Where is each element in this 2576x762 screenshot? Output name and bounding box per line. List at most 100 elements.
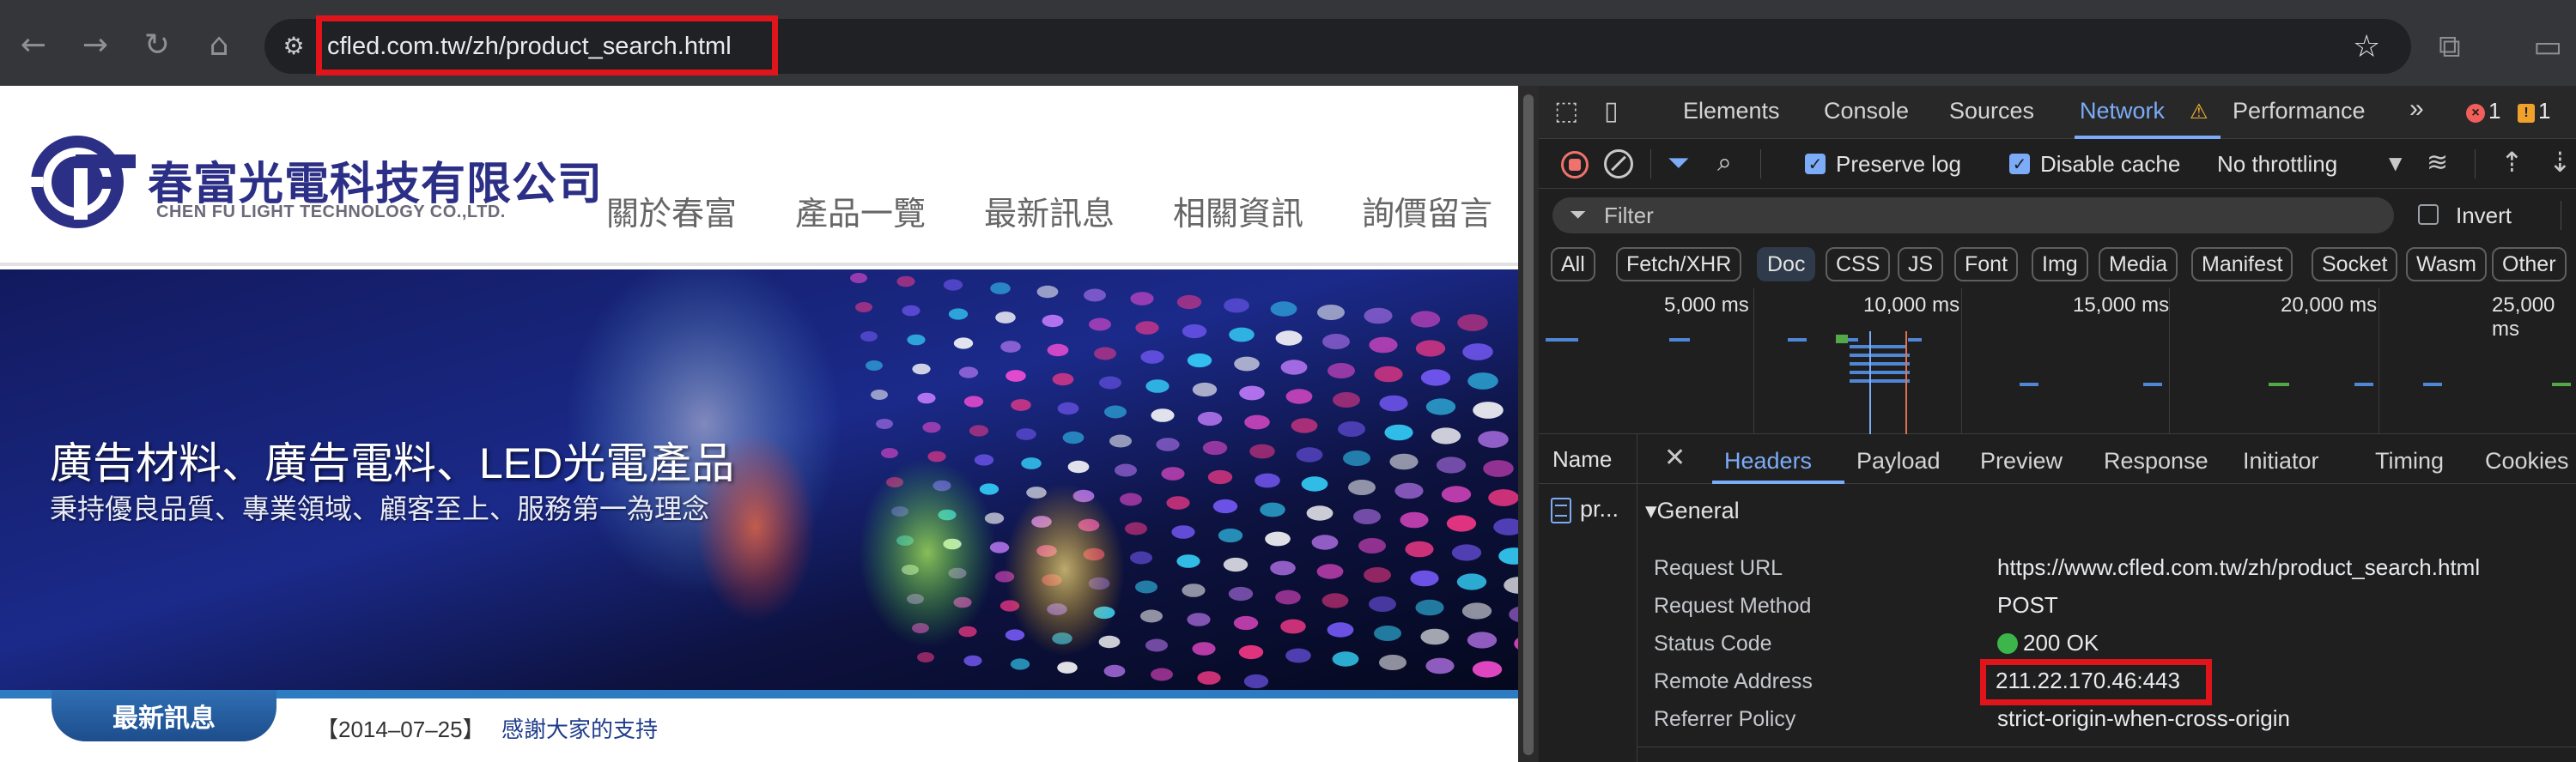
- nav-item-products[interactable]: 產品一覽: [795, 187, 926, 234]
- side-panel-icon[interactable]: ▭: [2533, 26, 2562, 69]
- led-dot: [1052, 372, 1074, 386]
- led-dot: [1130, 551, 1152, 565]
- nav-item-about[interactable]: 關於春富: [606, 187, 737, 234]
- detail-tab-cookies[interactable]: Cookies: [2485, 448, 2569, 475]
- led-dot: [1420, 628, 1449, 645]
- led-dot: [1333, 392, 1360, 408]
- search-icon[interactable]: ⌕: [1717, 148, 1732, 178]
- warning-count-badge[interactable]: ! 1: [2518, 98, 2550, 124]
- header-value-referrer-policy[interactable]: strict-origin-when-cross-origin: [1997, 705, 2290, 732]
- export-har-icon[interactable]: ⇣: [2549, 146, 2572, 178]
- led-dot: [1130, 292, 1154, 305]
- throttling-select[interactable]: No throttling: [2217, 151, 2337, 178]
- led-dot: [1115, 463, 1137, 477]
- detail-tab-headers[interactable]: Headers: [1724, 448, 1812, 475]
- disable-cache-label: Disable cache: [2040, 151, 2181, 177]
- reload-icon[interactable]: ↻: [136, 24, 179, 67]
- forward-icon[interactable]: →: [74, 24, 117, 67]
- toolbar-separator: [2475, 149, 2476, 178]
- type-filter-socket[interactable]: Socket: [2312, 247, 2398, 281]
- type-filter-img[interactable]: Img: [2032, 247, 2088, 281]
- timeline-request-bar: [1908, 338, 1922, 342]
- webpage: 春富光電科技有限公司 CHEN FU LIGHT TECHNOLOGY CO.,…: [0, 86, 1518, 762]
- timeline-request-bar: [1850, 379, 1910, 383]
- tab-elements[interactable]: Elements: [1683, 98, 1780, 124]
- filter-input[interactable]: [1552, 197, 2394, 233]
- close-icon[interactable]: ✕: [1664, 443, 1686, 473]
- led-dot: [912, 363, 931, 375]
- timeline-label: 15,000 ms: [2073, 293, 2170, 317]
- detail-tab-initiator[interactable]: Initiator: [2243, 448, 2319, 475]
- led-dot: [1457, 314, 1488, 331]
- request-name[interactable]: pr...: [1580, 496, 1619, 523]
- led-dot: [1374, 626, 1401, 641]
- tab-sources[interactable]: Sources: [1949, 98, 2034, 124]
- tab-performance[interactable]: Performance: [2233, 98, 2366, 124]
- led-dot: [1145, 379, 1170, 393]
- news-tab[interactable]: 最新訊息: [52, 690, 276, 741]
- preserve-log-checkbox[interactable]: ✓: [1805, 154, 1826, 174]
- devtools-tabbar: ⬚ ▯ Elements Console Sources Network ⚠ P…: [1539, 86, 2576, 139]
- type-filter-media[interactable]: Media: [2099, 247, 2178, 281]
- led-dot: [1234, 356, 1260, 372]
- tab-network[interactable]: Network: [2080, 98, 2165, 124]
- name-column-header[interactable]: Name: [1552, 446, 1612, 473]
- led-dot: [1156, 438, 1180, 451]
- nav-item-info[interactable]: 相關資訊: [1173, 187, 1303, 234]
- led-dot: [1379, 395, 1408, 412]
- header-value-status-code[interactable]: 200 OK: [1997, 630, 2099, 656]
- detail-tab-preview[interactable]: Preview: [1980, 448, 2063, 475]
- type-filter-fetch-xhr[interactable]: Fetch/XHR: [1616, 247, 1742, 281]
- site-info-icon[interactable]: ⚙: [276, 29, 311, 64]
- home-icon[interactable]: ⌂: [197, 24, 240, 67]
- network-conditions-icon[interactable]: ≋: [2427, 148, 2448, 178]
- type-filter-other[interactable]: Other: [2492, 247, 2567, 281]
- led-dot: [1488, 489, 1518, 506]
- led-dot: [871, 390, 888, 400]
- header-value-request-method[interactable]: POST: [1997, 592, 2058, 619]
- led-dot: [1125, 522, 1147, 535]
- network-overview-timeline[interactable]: 5,000 ms 10,000 ms 15,000 ms 20,000 ms 2…: [1539, 288, 2576, 434]
- led-dot: [963, 655, 982, 667]
- detail-tab-response[interactable]: Response: [2104, 448, 2208, 475]
- header-value-request-url[interactable]: https://www.cfled.com.tw/zh/product_sear…: [1997, 554, 2480, 581]
- nav-item-inquiry[interactable]: 詢價留言: [1362, 187, 1492, 234]
- type-filter-doc[interactable]: Doc: [1757, 247, 1816, 281]
- tab-console[interactable]: Console: [1824, 98, 1909, 124]
- timeline-label: 5,000 ms: [1664, 293, 1749, 317]
- bookmark-star-icon[interactable]: ☆: [2353, 26, 2380, 69]
- device-toolbar-icon[interactable]: ▯: [1604, 96, 1619, 126]
- type-filter-js[interactable]: JS: [1898, 247, 1944, 281]
- header-key-status-code: Status Code: [1654, 632, 1772, 656]
- type-filter-all[interactable]: All: [1551, 247, 1595, 281]
- news-link[interactable]: 感謝大家的支持: [501, 712, 658, 744]
- type-filter-font[interactable]: Font: [1954, 247, 2019, 281]
- page-scrollbar-thumb[interactable]: [1523, 94, 1534, 755]
- nav-item-news[interactable]: 最新訊息: [984, 187, 1115, 234]
- disable-cache-checkbox[interactable]: ✓: [2009, 154, 2030, 174]
- status-code-text: 200 OK: [2023, 630, 2099, 656]
- general-section-toggle[interactable]: ▾General: [1645, 498, 1740, 524]
- detail-tab-timing[interactable]: Timing: [2375, 448, 2444, 475]
- type-filter-wasm[interactable]: Wasm: [2406, 247, 2487, 281]
- extensions-icon[interactable]: ⧉: [2439, 26, 2461, 69]
- type-filter-manifest[interactable]: Manifest: [2191, 247, 2293, 281]
- chevron-down-icon[interactable]: ▼: [2389, 153, 2402, 173]
- error-count-badge[interactable]: × 1: [2466, 98, 2500, 124]
- led-dot: [1260, 502, 1285, 517]
- more-tabs-icon[interactable]: »: [2409, 94, 2424, 124]
- news-date: 【2014–07–25】: [316, 717, 485, 742]
- news-tab-label: 最新訊息: [112, 705, 216, 733]
- timeline-request-bar: [2354, 383, 2373, 386]
- import-har-icon[interactable]: ⇡: [2500, 146, 2524, 178]
- detail-tab-payload[interactable]: Payload: [1856, 448, 1941, 475]
- invert-checkbox[interactable]: [2418, 204, 2439, 225]
- led-dot: [1103, 664, 1126, 678]
- timeline-request-bar: [1850, 345, 1906, 348]
- type-filter-css[interactable]: CSS: [1826, 247, 1891, 281]
- inspect-element-icon[interactable]: ⬚: [1554, 96, 1578, 126]
- warning-count: 1: [2538, 98, 2551, 124]
- filter-funnel-icon[interactable]: ⏷: [1668, 146, 1690, 179]
- led-dot: [1410, 570, 1439, 587]
- back-icon[interactable]: ←: [12, 24, 55, 67]
